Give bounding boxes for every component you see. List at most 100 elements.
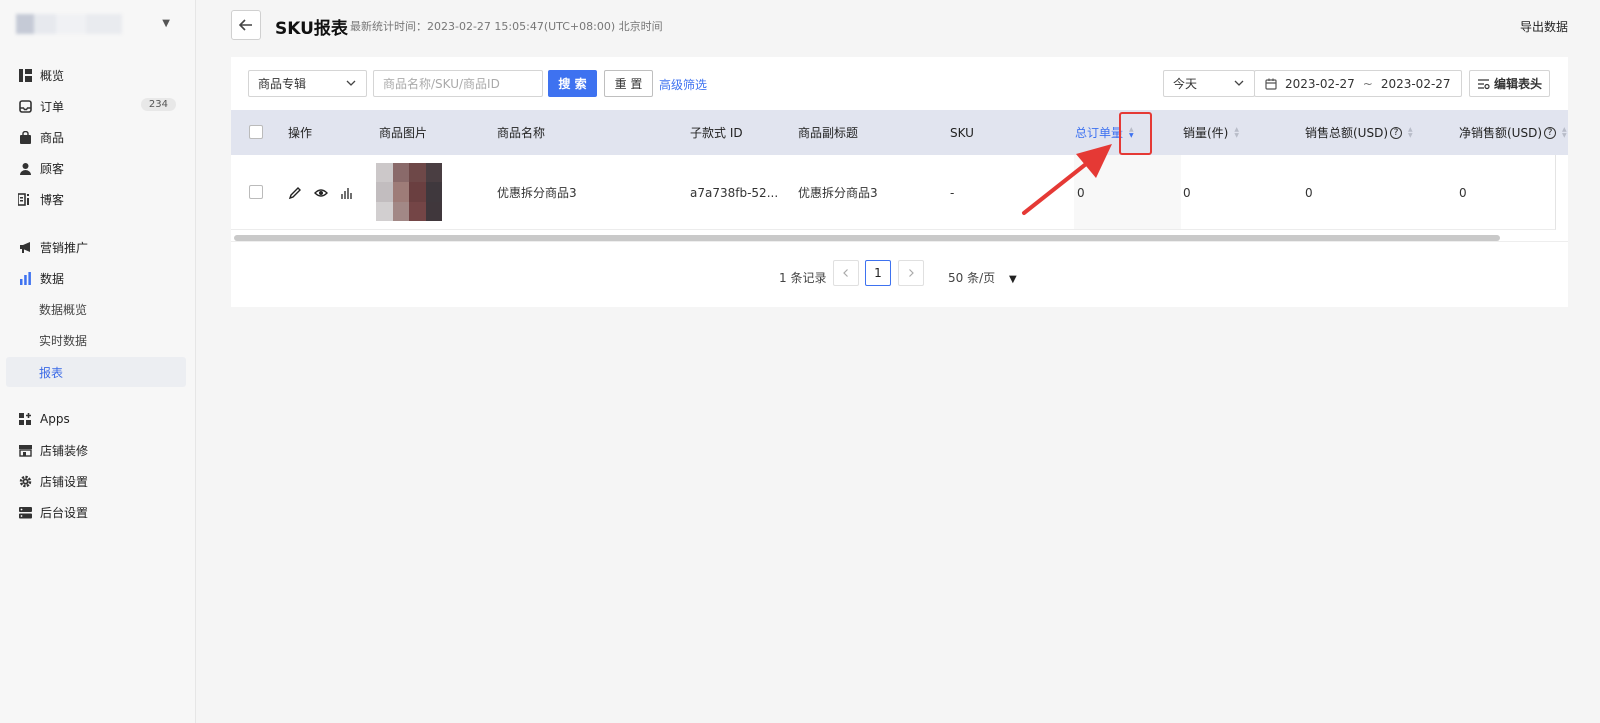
table-divider xyxy=(231,241,1568,242)
sidebar-item-label: 顾客 xyxy=(40,161,65,176)
gear-icon xyxy=(18,474,32,488)
sidebar-item-marketing[interactable]: 营销推广 xyxy=(6,232,186,262)
col-image: 商品图片 xyxy=(379,126,428,140)
sidebar-item-products[interactable]: 商品 xyxy=(6,122,186,152)
sidebar-item-overview[interactable]: 概览 xyxy=(6,60,186,90)
bar-chart-icon[interactable] xyxy=(340,186,354,200)
sidebar-item-label: 营销推广 xyxy=(40,240,89,255)
bag-icon xyxy=(18,130,32,144)
pencil-icon[interactable] xyxy=(288,186,302,200)
calendar-icon xyxy=(1265,78,1277,90)
sidebar-item-label: 概览 xyxy=(40,68,65,83)
caret-down-icon: ▼ xyxy=(1008,274,1017,285)
date-range-picker[interactable]: 2023-02-27 ~ 2023-02-27 xyxy=(1254,70,1462,97)
help-icon[interactable]: ? xyxy=(1544,126,1557,139)
report-panel: 商品专辑 搜 索 重 置 高级筛选 今天 2023-02-27 ~ 2023-0… xyxy=(231,57,1568,307)
table-header: 操作 商品图片 商品名称 子款式 ID 商品副标题 SKU 总订单量 ▲ ▼ 销量… xyxy=(231,110,1568,155)
sidebar-item-orders[interactable]: 订单 234 xyxy=(6,91,186,121)
page-number-button[interactable]: 1 xyxy=(865,260,891,286)
sidebar-subitem-reports[interactable]: 报表 xyxy=(6,357,186,387)
table-row: 优惠拆分商品3 a7a738fb-52... 优惠拆分商品3 - 0 0 0 0 xyxy=(231,155,1556,230)
col-total-sales-label: 销售总额(USD) xyxy=(1305,126,1389,140)
pagination-total: 1 条记录 xyxy=(779,271,827,285)
help-icon[interactable]: ? xyxy=(1390,126,1403,139)
cell-net-sales: 0 xyxy=(1459,185,1467,200)
eye-icon[interactable] xyxy=(314,186,328,200)
edit-header-button[interactable]: 编辑表头 xyxy=(1469,70,1550,97)
cell-sku: - xyxy=(950,185,955,200)
cell-sales-qty: 0 xyxy=(1183,185,1191,200)
sidebar-item-admin-settings[interactable]: 后台设置 xyxy=(6,497,186,527)
chevron-down-icon xyxy=(1234,80,1244,86)
collection-select[interactable]: 商品专辑 xyxy=(248,70,367,97)
col-total-sales[interactable]: 销售总额(USD) ? ▲ ▼ xyxy=(1305,110,1413,155)
sidebar-item-data[interactable]: 数据 xyxy=(6,263,186,293)
next-page-button[interactable] xyxy=(898,260,924,286)
sidebar-item-store-settings[interactable]: 店铺设置 xyxy=(6,466,186,496)
sort-icon[interactable]: ▲ ▼ xyxy=(1408,126,1413,139)
sidebar-item-customers[interactable]: 顾客 xyxy=(6,153,186,183)
megaphone-icon xyxy=(18,240,32,254)
annotation-arrow xyxy=(1022,144,1112,215)
overview-icon xyxy=(18,68,32,82)
sidebar-item-store-design[interactable]: 店铺装修 xyxy=(6,435,186,465)
server-icon xyxy=(18,505,32,519)
reset-button[interactable]: 重 置 xyxy=(604,70,653,97)
col-sales-qty[interactable]: 销量(件) ▲ ▼ xyxy=(1183,110,1239,155)
date-end: 2023-02-27 xyxy=(1380,76,1451,91)
store-switcher[interactable]: ▼ xyxy=(16,14,176,36)
sidebar-item-label: 店铺设置 xyxy=(40,474,89,489)
store-name-blurred xyxy=(16,14,122,34)
sidebar-item-label: 订单 xyxy=(40,99,65,114)
col-action: 操作 xyxy=(288,126,313,140)
sidebar-item-label: 报表 xyxy=(39,365,64,380)
storefront-icon xyxy=(18,443,32,457)
sidebar-item-label: 数据 xyxy=(40,271,65,286)
sidebar: ▼ 概览 订单 234 商品 顾客 博客 营销推广 数据 数据概览 实时数据 报… xyxy=(0,0,196,723)
person-icon xyxy=(18,161,32,175)
sidebar-subitem-realtime[interactable]: 实时数据 xyxy=(6,325,186,355)
page-title: SKU报表 xyxy=(275,19,348,39)
col-subtitle: 商品副标题 xyxy=(798,126,859,140)
sidebar-item-label: 后台设置 xyxy=(40,505,89,520)
page-size-value: 50 条/页 xyxy=(948,271,996,285)
search-input[interactable] xyxy=(373,70,543,97)
select-all-checkbox[interactable] xyxy=(249,125,263,139)
sort-icon[interactable]: ▲ ▼ xyxy=(1562,126,1567,139)
export-data-link[interactable]: 导出数据 xyxy=(1520,18,1568,35)
highlight-box-sort xyxy=(1119,112,1152,155)
page-size-select[interactable]: 50 条/页 ▼ xyxy=(948,269,1017,286)
inbox-icon xyxy=(18,99,32,113)
col-total-orders-label: 总订单量 xyxy=(1075,126,1124,140)
columns-settings-icon xyxy=(1477,78,1490,89)
sidebar-subitem-data-overview[interactable]: 数据概览 xyxy=(6,294,186,324)
sort-icon[interactable]: ▲ ▼ xyxy=(1234,126,1239,139)
cell-variant-id: a7a738fb-52... xyxy=(690,185,779,200)
period-select-value: 今天 xyxy=(1173,77,1198,91)
cell-subtitle: 优惠拆分商品3 xyxy=(798,186,878,200)
sidebar-item-label: 数据概览 xyxy=(39,302,88,317)
edit-header-label: 编辑表头 xyxy=(1493,77,1542,91)
sidebar-item-label: 店铺装修 xyxy=(40,443,89,458)
col-net-sales[interactable]: 净销售额(USD) ? ▲ ▼ xyxy=(1459,110,1567,155)
period-select[interactable]: 今天 xyxy=(1163,70,1255,97)
chevron-left-icon xyxy=(843,269,848,277)
col-name: 商品名称 xyxy=(497,126,546,140)
prev-page-button[interactable] xyxy=(833,260,859,286)
date-start: 2023-02-27 xyxy=(1285,76,1355,91)
arrow-left-icon xyxy=(239,19,252,31)
col-sales-qty-label: 销量(件) xyxy=(1183,126,1229,140)
back-button[interactable] xyxy=(231,10,261,40)
sidebar-item-blog[interactable]: 博客 xyxy=(6,184,186,214)
advanced-filter-link[interactable]: 高级筛选 xyxy=(659,76,707,93)
sidebar-item-label: 博客 xyxy=(40,192,65,207)
cell-product-name[interactable]: 优惠拆分商品3 xyxy=(497,155,577,230)
search-button[interactable]: 搜 索 xyxy=(548,70,597,97)
orders-count-badge: 234 xyxy=(140,98,176,111)
sidebar-item-apps[interactable]: Apps xyxy=(6,404,186,434)
caret-down-icon: ▼ xyxy=(162,18,170,29)
apps-icon xyxy=(18,412,32,426)
date-separator: ~ xyxy=(1362,76,1373,91)
blog-icon xyxy=(18,192,32,206)
row-checkbox[interactable] xyxy=(249,185,263,199)
